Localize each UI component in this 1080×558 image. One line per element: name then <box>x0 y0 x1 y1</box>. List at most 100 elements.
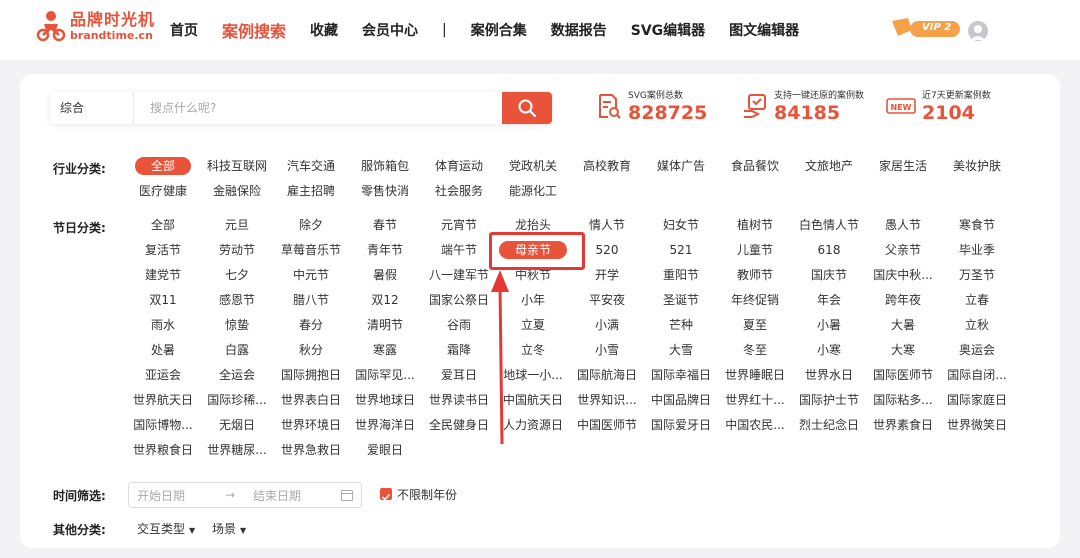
festival-tag[interactable]: 重阳节 <box>644 263 718 288</box>
nav-item[interactable]: SVG编辑器 <box>631 20 705 40</box>
nav-item[interactable]: 案例合集 <box>471 20 527 40</box>
festival-tag[interactable]: 植树节 <box>718 213 792 238</box>
festival-tag[interactable]: 国际拥抱日 <box>274 363 348 388</box>
festival-tag[interactable]: 无烟日 <box>200 413 274 438</box>
festival-tag[interactable]: 大寒 <box>866 338 940 363</box>
industry-tag[interactable]: 汽车交通 <box>274 154 348 179</box>
festival-tag[interactable]: 小暑 <box>792 313 866 338</box>
festival-tag[interactable]: 世界素食日 <box>866 413 940 438</box>
festival-tag[interactable]: 妇女节 <box>644 213 718 238</box>
festival-tag[interactable]: 世界粮食日 <box>126 438 200 463</box>
festival-tag[interactable]: 除夕 <box>274 213 348 238</box>
festival-tag[interactable]: 国际护士节 <box>792 388 866 413</box>
festival-tag[interactable]: 寒食节 <box>940 213 1014 238</box>
festival-tag[interactable]: 处暑 <box>126 338 200 363</box>
search-input[interactable] <box>134 92 502 124</box>
festival-tag[interactable]: 国际罕见... <box>348 363 422 388</box>
festival-tag[interactable]: 跨年夜 <box>866 288 940 313</box>
industry-tag[interactable]: 媒体广告 <box>644 154 718 179</box>
festival-tag[interactable]: 惊蛰 <box>200 313 274 338</box>
festival-tag[interactable]: 国庆中秋... <box>866 263 940 288</box>
festival-tag[interactable]: 国际粘多... <box>866 388 940 413</box>
festival-tag[interactable]: 世界糖尿... <box>200 438 274 463</box>
industry-tag[interactable]: 医疗健康 <box>126 179 200 204</box>
festival-tag[interactable]: 521 <box>644 238 718 263</box>
festival-tag[interactable]: 双12 <box>348 288 422 313</box>
festival-tag[interactable]: 大暑 <box>866 313 940 338</box>
festival-tag[interactable]: 中国医师节 <box>570 413 644 438</box>
festival-tag[interactable]: 中国品牌日 <box>644 388 718 413</box>
festival-tag[interactable]: 雨水 <box>126 313 200 338</box>
festival-tag[interactable]: 国际自闭... <box>940 363 1014 388</box>
festival-tag[interactable]: 建党节 <box>126 263 200 288</box>
festival-tag[interactable]: 世界地球日 <box>348 388 422 413</box>
industry-tag[interactable]: 金融保险 <box>200 179 274 204</box>
festival-tag[interactable]: 元宵节 <box>422 213 496 238</box>
festival-tag[interactable]: 儿童节 <box>718 238 792 263</box>
nav-item[interactable]: 数据报告 <box>551 20 607 40</box>
festival-tag[interactable]: 国际幸福日 <box>644 363 718 388</box>
festival-tag[interactable]: 夏至 <box>718 313 792 338</box>
festival-tag[interactable]: 元旦 <box>200 213 274 238</box>
festival-tag[interactable]: 腊八节 <box>274 288 348 313</box>
festival-tag[interactable]: 中元节 <box>274 263 348 288</box>
festival-tag[interactable]: 七夕 <box>200 263 274 288</box>
nav-item[interactable]: 图文编辑器 <box>729 20 799 40</box>
end-date-field[interactable]: 结束日期 <box>253 487 339 504</box>
festival-tag[interactable]: 世界海洋日 <box>348 413 422 438</box>
festival-tag[interactable]: 爱眼日 <box>348 438 422 463</box>
festival-tag[interactable]: 秋分 <box>274 338 348 363</box>
industry-tag[interactable]: 零售快消 <box>348 179 422 204</box>
industry-tag[interactable]: 体育运动 <box>422 154 496 179</box>
industry-tag[interactable]: 家居生活 <box>866 154 940 179</box>
festival-tag[interactable]: 白色情人节 <box>792 213 866 238</box>
festival-tag[interactable]: 全运会 <box>200 363 274 388</box>
search-type-select[interactable]: 综合 <box>50 92 134 124</box>
brand-logo[interactable]: 品牌时光机 brandtime.cn <box>36 10 155 42</box>
festival-tag[interactable]: 圣诞节 <box>644 288 718 313</box>
festival-tag[interactable]: 世界知识... <box>570 388 644 413</box>
festival-tag[interactable]: 国际航海日 <box>570 363 644 388</box>
industry-tag[interactable]: 能源化工 <box>496 179 570 204</box>
festival-tag[interactable]: 世界环境日 <box>274 413 348 438</box>
no-year-limit-checkbox[interactable] <box>380 488 392 501</box>
festival-tag[interactable]: 复活节 <box>126 238 200 263</box>
festival-tag[interactable]: 世界睡眠日 <box>718 363 792 388</box>
festival-tag[interactable]: 端午节 <box>422 238 496 263</box>
festival-tag[interactable]: 暑假 <box>348 263 422 288</box>
festival-tag[interactable]: 618 <box>792 238 866 263</box>
festival-tag[interactable]: 大雪 <box>644 338 718 363</box>
nav-item[interactable]: 首页 <box>170 20 198 40</box>
festival-tag[interactable]: 国际爱牙日 <box>644 413 718 438</box>
festival-tag[interactable]: 年终促销 <box>718 288 792 313</box>
festival-tag[interactable]: 平安夜 <box>570 288 644 313</box>
festival-tag[interactable]: 世界微笑日 <box>940 413 1014 438</box>
festival-tag[interactable]: 小满 <box>570 313 644 338</box>
festival-tag[interactable]: 世界红十... <box>718 388 792 413</box>
interaction-type-dropdown[interactable]: 交互类型 ▼ <box>137 520 195 537</box>
user-avatar[interactable] <box>968 21 988 41</box>
industry-tag[interactable]: 社会服务 <box>422 179 496 204</box>
festival-tag[interactable]: 烈士纪念日 <box>792 413 866 438</box>
festival-tag[interactable]: 教师节 <box>718 263 792 288</box>
industry-tag[interactable]: 文旅地产 <box>792 154 866 179</box>
festival-tag[interactable]: 中国农民... <box>718 413 792 438</box>
festival-tag[interactable]: 冬至 <box>718 338 792 363</box>
start-date-field[interactable]: 开始日期 <box>137 487 225 504</box>
nav-item[interactable]: 收藏 <box>310 20 338 40</box>
festival-tag[interactable]: 奥运会 <box>940 338 1014 363</box>
festival-tag[interactable]: 世界急救日 <box>274 438 348 463</box>
festival-tag[interactable]: 小雪 <box>570 338 644 363</box>
festival-tag[interactable]: 国际家庭日 <box>940 388 1014 413</box>
industry-tag[interactable]: 科技互联网 <box>200 154 274 179</box>
nav-item[interactable]: 会员中心 <box>362 20 418 40</box>
festival-tag[interactable]: 芒种 <box>644 313 718 338</box>
festival-tag[interactable]: 世界表白日 <box>274 388 348 413</box>
industry-tag[interactable]: 雇主招聘 <box>274 179 348 204</box>
festival-tag[interactable]: 国际医师节 <box>866 363 940 388</box>
festival-tag[interactable]: 国际博物... <box>126 413 200 438</box>
festival-tag[interactable]: 全部 <box>126 213 200 238</box>
vip-badge[interactable]: VIP 2 <box>890 18 962 40</box>
festival-tag[interactable]: 年会 <box>792 288 866 313</box>
festival-tag[interactable]: 世界水日 <box>792 363 866 388</box>
